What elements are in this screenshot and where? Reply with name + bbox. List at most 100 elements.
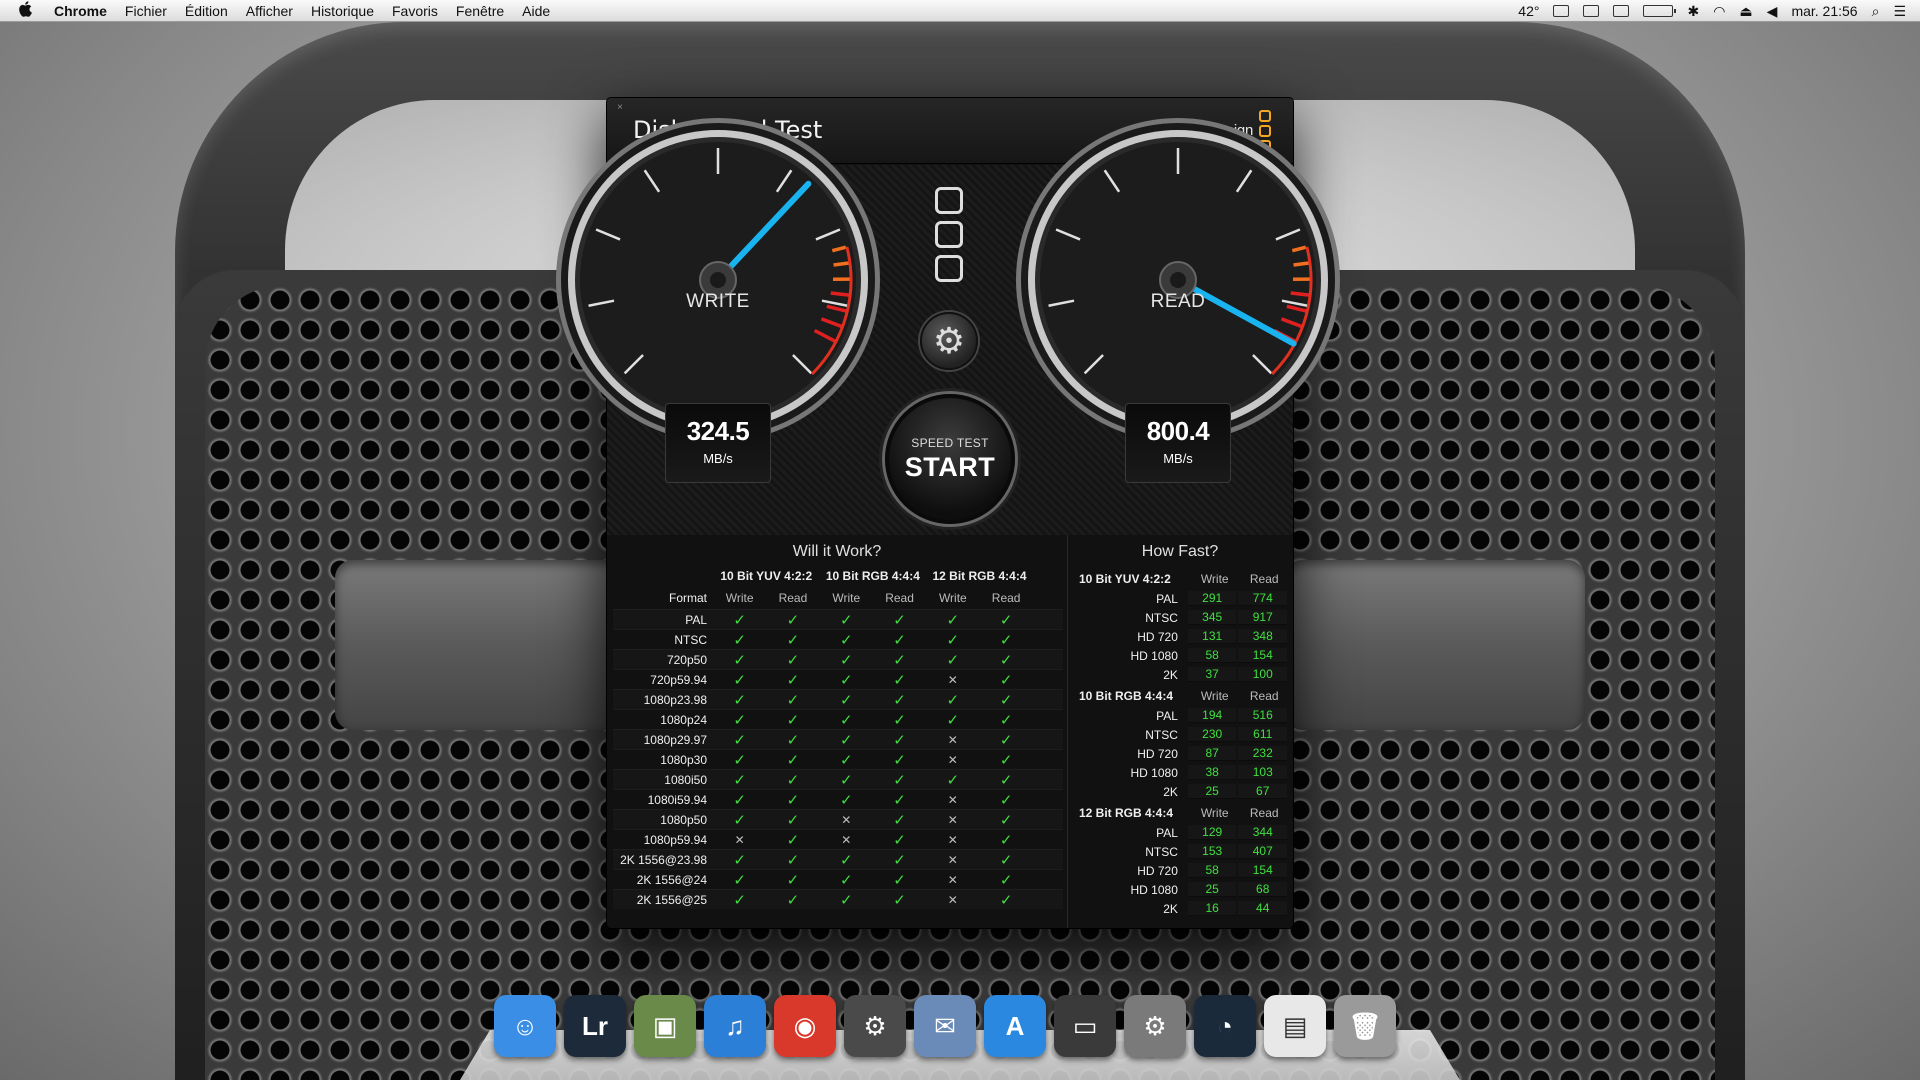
read-column-header: Read bbox=[1249, 689, 1279, 703]
cross-icon: ✕ bbox=[947, 872, 958, 887]
menu-fenetre[interactable]: Fenêtre bbox=[456, 3, 504, 19]
checkmark-icon: ✓ bbox=[893, 831, 906, 849]
dock: ☺ Lr ▣ ♫ ◉ ⚙ ✉ A ▭ ⚙ ◔ ▤ 🗑 bbox=[494, 995, 1396, 1057]
memory-monitor-icon[interactable] bbox=[1553, 4, 1570, 17]
dock-app-store-icon[interactable]: A bbox=[984, 995, 1046, 1057]
format-name: 2K bbox=[1163, 784, 1178, 799]
dock-disk-speed-test-icon[interactable]: ◔ bbox=[1194, 995, 1256, 1057]
dock-trash-icon[interactable]: 🗑 bbox=[1334, 995, 1396, 1057]
dock-lightroom-icon[interactable]: Lr bbox=[564, 995, 626, 1057]
checkmark-icon: ✓ bbox=[733, 731, 746, 749]
volume-icon[interactable]: ◀ bbox=[1767, 4, 1778, 18]
write-fps-value: 131 bbox=[1187, 629, 1237, 644]
drive-icon[interactable] bbox=[935, 187, 963, 214]
dock-chrome-icon[interactable]: ◉ bbox=[774, 995, 836, 1057]
format-name: 1080p50 bbox=[660, 812, 707, 827]
wifi-icon[interactable]: ◠ bbox=[1713, 4, 1725, 18]
format-name: 1080i50 bbox=[664, 772, 707, 787]
checkmark-icon: ✓ bbox=[893, 811, 906, 829]
airplay-icon[interactable] bbox=[1583, 4, 1600, 17]
checkmark-icon: ✓ bbox=[893, 791, 906, 809]
checkmark-icon: ✓ bbox=[893, 871, 906, 889]
checkmark-icon: ✓ bbox=[946, 611, 960, 629]
group-header-10bit-rgb: 10 Bit RGB 4:4:4 bbox=[825, 569, 920, 583]
battery-icon[interactable] bbox=[1643, 4, 1677, 17]
format-name: HD 1080 bbox=[1130, 882, 1178, 897]
write-fps-value: 58 bbox=[1187, 648, 1237, 663]
notification-center-icon[interactable]: ☰ bbox=[1893, 4, 1906, 18]
table-row: 1080i50 ✓ ✓ ✓ ✓ ✓ ✓ bbox=[613, 769, 1063, 789]
format-name: 1080p24 bbox=[660, 712, 707, 727]
sub-header-write: Write bbox=[725, 591, 754, 605]
drive-icon[interactable] bbox=[935, 221, 963, 248]
spotlight-search-icon[interactable]: ⌕ bbox=[1872, 4, 1880, 18]
cross-icon: ✕ bbox=[734, 832, 745, 847]
menu-favoris[interactable]: Favoris bbox=[392, 3, 438, 19]
table-row: HD 720 131 348 bbox=[1073, 627, 1289, 646]
checkmark-icon: ✓ bbox=[839, 731, 853, 749]
checkmark-icon: ✓ bbox=[999, 791, 1013, 809]
temperature-readout[interactable]: 42° bbox=[1518, 3, 1539, 19]
bluetooth-icon[interactable]: ✱ bbox=[1687, 4, 1699, 18]
drive-icon[interactable] bbox=[935, 255, 963, 282]
write-fps-value: 25 bbox=[1187, 784, 1237, 799]
dock-finder-icon[interactable]: ☺ bbox=[494, 995, 556, 1057]
checkmark-icon: ✓ bbox=[999, 691, 1013, 709]
dock-preview-icon[interactable]: ▣ bbox=[634, 995, 696, 1057]
table-row: 1080p30 ✓ ✓ ✓ ✓ ✕ ✓ bbox=[613, 749, 1063, 769]
how-fast-table: 10 Bit YUV 4:2:2 Write Read PAL 291 774 NTSC 34… bbox=[1073, 569, 1289, 920]
read-fps-value: 348 bbox=[1238, 629, 1288, 644]
cross-icon: ✕ bbox=[947, 672, 958, 687]
speed-group: 12 Bit RGB 4:4:4 Write Read PAL 129 344 NTSC 15… bbox=[1073, 803, 1289, 918]
settings-gear-icon[interactable]: ⚙ bbox=[920, 312, 978, 370]
write-fps-value: 38 bbox=[1187, 765, 1237, 780]
dock-itunes-icon[interactable]: ♫ bbox=[704, 995, 766, 1057]
format-name: 1080p30 bbox=[660, 752, 707, 767]
start-button-label: START bbox=[904, 452, 996, 482]
dock-steam-icon[interactable]: ⚙ bbox=[844, 995, 906, 1057]
checkmark-icon: ✓ bbox=[999, 651, 1013, 669]
apple-menu-icon[interactable] bbox=[18, 0, 38, 21]
checkmark-icon: ✓ bbox=[786, 851, 800, 869]
table-row: 2K 1556@25 ✓ ✓ ✓ ✓ ✕ ✓ bbox=[613, 889, 1063, 909]
close-button[interactable]: × bbox=[615, 103, 625, 113]
read-fps-value: 407 bbox=[1238, 844, 1288, 859]
write-fps-value: 291 bbox=[1187, 591, 1237, 606]
checkmark-icon: ✓ bbox=[999, 731, 1013, 749]
write-column-header: Write bbox=[1200, 689, 1229, 703]
read-fps-value: 917 bbox=[1238, 610, 1288, 625]
menu-app-chrome[interactable]: Chrome bbox=[54, 3, 107, 19]
checkmark-icon: ✓ bbox=[893, 631, 906, 649]
dock-system-preferences-icon[interactable]: ⚙ bbox=[1124, 995, 1186, 1057]
target-drive-selector[interactable] bbox=[935, 187, 963, 289]
dock-ps3-media-icon[interactable]: ▭ bbox=[1054, 995, 1116, 1057]
table-row: 1080i59.94 ✓ ✓ ✓ ✓ ✕ ✓ bbox=[613, 789, 1063, 809]
dock-mail-icon[interactable]: ✉ bbox=[914, 995, 976, 1057]
menu-historique[interactable]: Historique bbox=[311, 3, 374, 19]
write-speed-unit: MB/s bbox=[703, 451, 733, 466]
menu-bar: Chrome Fichier Édition Afficher Historiq… bbox=[0, 0, 1920, 22]
write-column-header: Write bbox=[1200, 572, 1229, 586]
sub-header-write: Write bbox=[938, 591, 967, 605]
write-fps-value: 25 bbox=[1187, 882, 1237, 897]
dock-documents-icon[interactable]: ▤ bbox=[1264, 995, 1326, 1057]
checkmark-icon: ✓ bbox=[839, 851, 853, 869]
checkmark-icon: ✓ bbox=[839, 871, 853, 889]
eject-icon[interactable]: ⏏ bbox=[1739, 4, 1752, 18]
menu-edition[interactable]: Édition bbox=[185, 3, 228, 19]
will-it-work-title: Will it Work? bbox=[792, 543, 882, 560]
table-row: NTSC 345 917 bbox=[1073, 608, 1289, 627]
checkmark-icon: ✓ bbox=[786, 611, 800, 629]
menu-fichier[interactable]: Fichier bbox=[125, 3, 167, 19]
gauge-hub-center bbox=[710, 272, 726, 288]
checkmark-icon: ✓ bbox=[839, 891, 853, 909]
checkmark-icon: ✓ bbox=[839, 751, 853, 769]
checkmark-icon: ✓ bbox=[999, 891, 1013, 909]
menu-afficher[interactable]: Afficher bbox=[246, 3, 293, 19]
group-header-12bit-rgb: 12 Bit RGB 4:4:4 bbox=[932, 569, 1027, 583]
cross-icon: ✕ bbox=[947, 852, 958, 867]
clock[interactable]: mar. 21:56 bbox=[1791, 3, 1857, 19]
menu-aide[interactable]: Aide bbox=[522, 3, 550, 19]
cpu-monitor-icon[interactable] bbox=[1613, 4, 1630, 17]
start-speed-test-button[interactable]: SPEED TEST START bbox=[885, 394, 1015, 524]
